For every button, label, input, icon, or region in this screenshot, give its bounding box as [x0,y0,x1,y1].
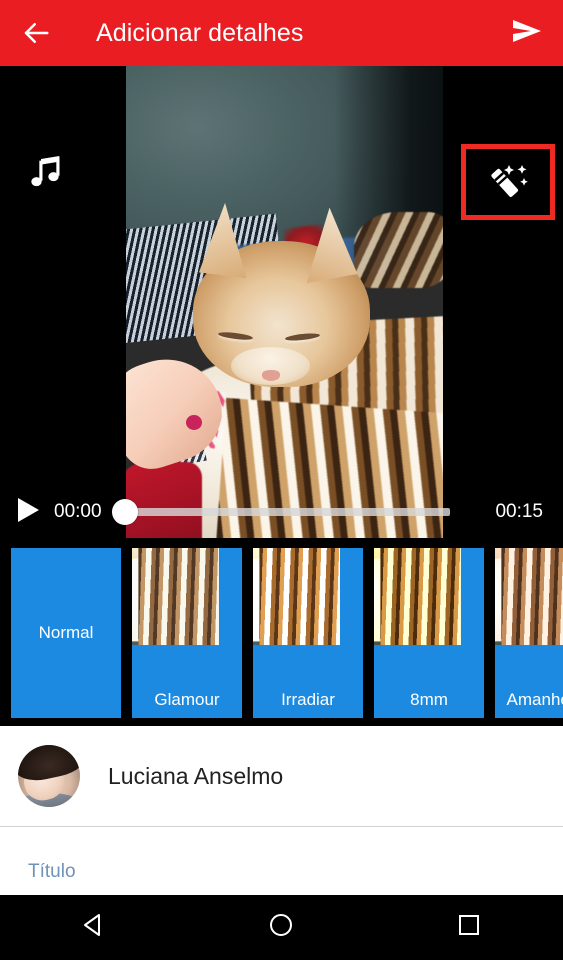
nav-back-button[interactable] [49,895,139,960]
play-icon [15,496,41,529]
effects-button[interactable] [461,144,555,220]
filter-item-amanhecer[interactable]: Amanhecer [495,548,563,718]
filter-thumbnail [253,548,363,682]
filter-label: Normal [11,548,121,718]
current-time-label: 00:00 [54,501,102,522]
play-button[interactable] [6,486,50,538]
filter-strip[interactable]: Normal Glamour Irradiar 8mm Amanh [0,544,563,722]
nav-home-button[interactable] [236,895,326,960]
details-sheet: Luciana Anselmo Título [0,726,563,895]
send-icon [511,16,543,51]
nav-home-icon [268,912,294,943]
filter-label: Irradiar [253,682,363,718]
filter-thumbnail [374,548,484,682]
filter-label: Amanhecer [495,682,563,718]
player-controls: 00:00 00:15 [0,486,563,538]
seek-bar[interactable] [111,499,450,525]
user-row[interactable]: Luciana Anselmo [0,726,563,826]
avatar [18,745,80,807]
video-cat-nose [262,370,280,381]
filter-item-glamour[interactable]: Glamour [132,548,242,718]
video-preview-stage [0,66,563,538]
nav-recents-icon [457,913,481,942]
nav-recents-button[interactable] [424,895,514,960]
app-root: Adicionar detalhes 00:00 00:15 Normal Gl… [0,0,563,960]
title-field-label: Título [28,861,76,882]
filter-thumbnail [495,548,563,682]
back-button[interactable] [0,0,72,66]
app-header: Adicionar detalhes [0,0,563,66]
filter-thumbnail [132,548,242,682]
video-player[interactable] [126,66,443,538]
filter-item-irradiar[interactable]: Irradiar [253,548,363,718]
filter-item-normal[interactable]: Normal [11,548,121,718]
android-nav-bar [0,895,563,960]
total-time-label: 00:15 [495,501,543,522]
video-blanket-corner [354,212,443,288]
filter-item-8mm[interactable]: 8mm [374,548,484,718]
user-name: Luciana Anselmo [108,762,284,789]
filter-label: Glamour [132,682,242,718]
arrow-left-icon [21,18,51,48]
music-note-icon [26,154,66,199]
music-button[interactable] [22,152,70,200]
seek-thumb[interactable] [111,499,138,525]
magic-wand-icon [483,158,533,207]
nav-back-icon [81,912,107,943]
page-title: Adicionar detalhes [96,18,304,47]
filter-label: 8mm [374,682,484,718]
send-button[interactable] [491,0,563,66]
video-frame [126,66,443,538]
title-field-row[interactable]: Título [0,827,563,895]
